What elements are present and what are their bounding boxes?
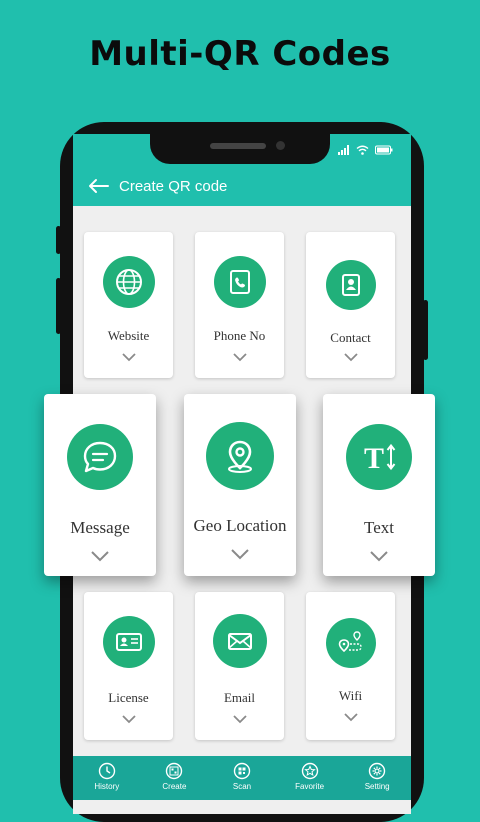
globe-icon [115, 269, 142, 295]
card-label: Text [364, 518, 394, 537]
chevron-down-icon [232, 353, 247, 362]
nav-create[interactable]: Create [146, 756, 202, 791]
phone-side-button [56, 226, 61, 254]
signal-icon [338, 145, 349, 155]
icon-circle [102, 256, 155, 308]
battery-icon [375, 145, 393, 155]
card-label: Email [223, 690, 256, 705]
envelope-icon [227, 633, 252, 650]
speaker-grille [210, 143, 266, 149]
nav-history[interactable]: History [79, 756, 135, 791]
card-label: Contact [330, 330, 371, 345]
wifi-icon [356, 145, 369, 155]
chevron-down-icon [343, 713, 358, 722]
phone-notch [150, 134, 330, 164]
qr-create-icon [166, 762, 183, 780]
nav-label: History [94, 782, 120, 791]
icon-circle [325, 618, 376, 668]
card-license[interactable]: License [84, 592, 173, 740]
nav-label: Create [162, 782, 187, 791]
card-email[interactable]: Email [195, 592, 284, 740]
chevron-down-icon [370, 551, 388, 562]
back-button[interactable] [81, 178, 115, 194]
location-pin-icon [228, 440, 252, 473]
icon-circle [67, 424, 133, 490]
icon-circle [325, 260, 376, 310]
status-icons [338, 145, 393, 155]
nav-setting[interactable]: Setting [349, 756, 405, 791]
chevron-down-icon [231, 549, 249, 560]
phone-side-button [56, 278, 61, 334]
phone-side-button [423, 300, 428, 360]
chevron-down-icon [121, 353, 136, 362]
chat-bubble-icon [83, 441, 117, 473]
chevron-down-icon [121, 715, 136, 724]
id-card-icon [115, 633, 142, 651]
icon-circle [206, 422, 274, 490]
card-label: Geo Location [193, 516, 287, 535]
nav-label: Favorite [295, 782, 325, 791]
nav-favorite[interactable]: Favorite [282, 756, 338, 791]
card-phone-no[interactable]: Phone No [195, 232, 284, 378]
card-text[interactable]: T Text [323, 394, 435, 576]
card-message[interactable]: Message [44, 394, 156, 576]
nav-label: Setting [364, 782, 390, 791]
qr-scan-icon [233, 762, 251, 780]
promo-headline: Multi-QR Codes [89, 34, 391, 74]
arrow-left-icon [89, 179, 109, 193]
text-size-icon: T [364, 442, 396, 475]
card-label: Phone No [213, 328, 266, 343]
chevron-down-icon [91, 551, 109, 562]
icon-circle [212, 614, 267, 668]
clock-icon [98, 762, 115, 780]
route-icon [338, 631, 362, 653]
chevron-down-icon [232, 715, 247, 724]
front-camera [276, 141, 285, 150]
svg-text:T: T [364, 442, 384, 475]
star-icon [301, 762, 318, 780]
card-label: Message [70, 518, 130, 537]
card-label: Website [107, 328, 150, 343]
page-title: Create QR code [119, 177, 228, 195]
contact-book-icon [341, 274, 360, 296]
icon-circle [102, 616, 155, 668]
bottom-navigation: History Create Scan Favorite Setting [73, 756, 411, 800]
card-website[interactable]: Website [84, 232, 173, 378]
card-label: License [108, 690, 149, 705]
nav-label: Scan [232, 782, 252, 791]
gear-icon [368, 762, 386, 780]
nav-scan[interactable]: Scan [214, 756, 270, 791]
card-label: Wifi [338, 688, 363, 703]
phone-icon [229, 270, 250, 294]
card-geo-location[interactable]: Geo Location [184, 394, 296, 576]
card-wifi[interactable]: Wifi [306, 592, 395, 740]
card-contact[interactable]: Contact [306, 232, 395, 378]
chevron-down-icon [343, 353, 358, 362]
icon-circle: T [346, 424, 412, 490]
icon-circle [213, 256, 266, 308]
app-bar: Create QR code [73, 166, 411, 206]
